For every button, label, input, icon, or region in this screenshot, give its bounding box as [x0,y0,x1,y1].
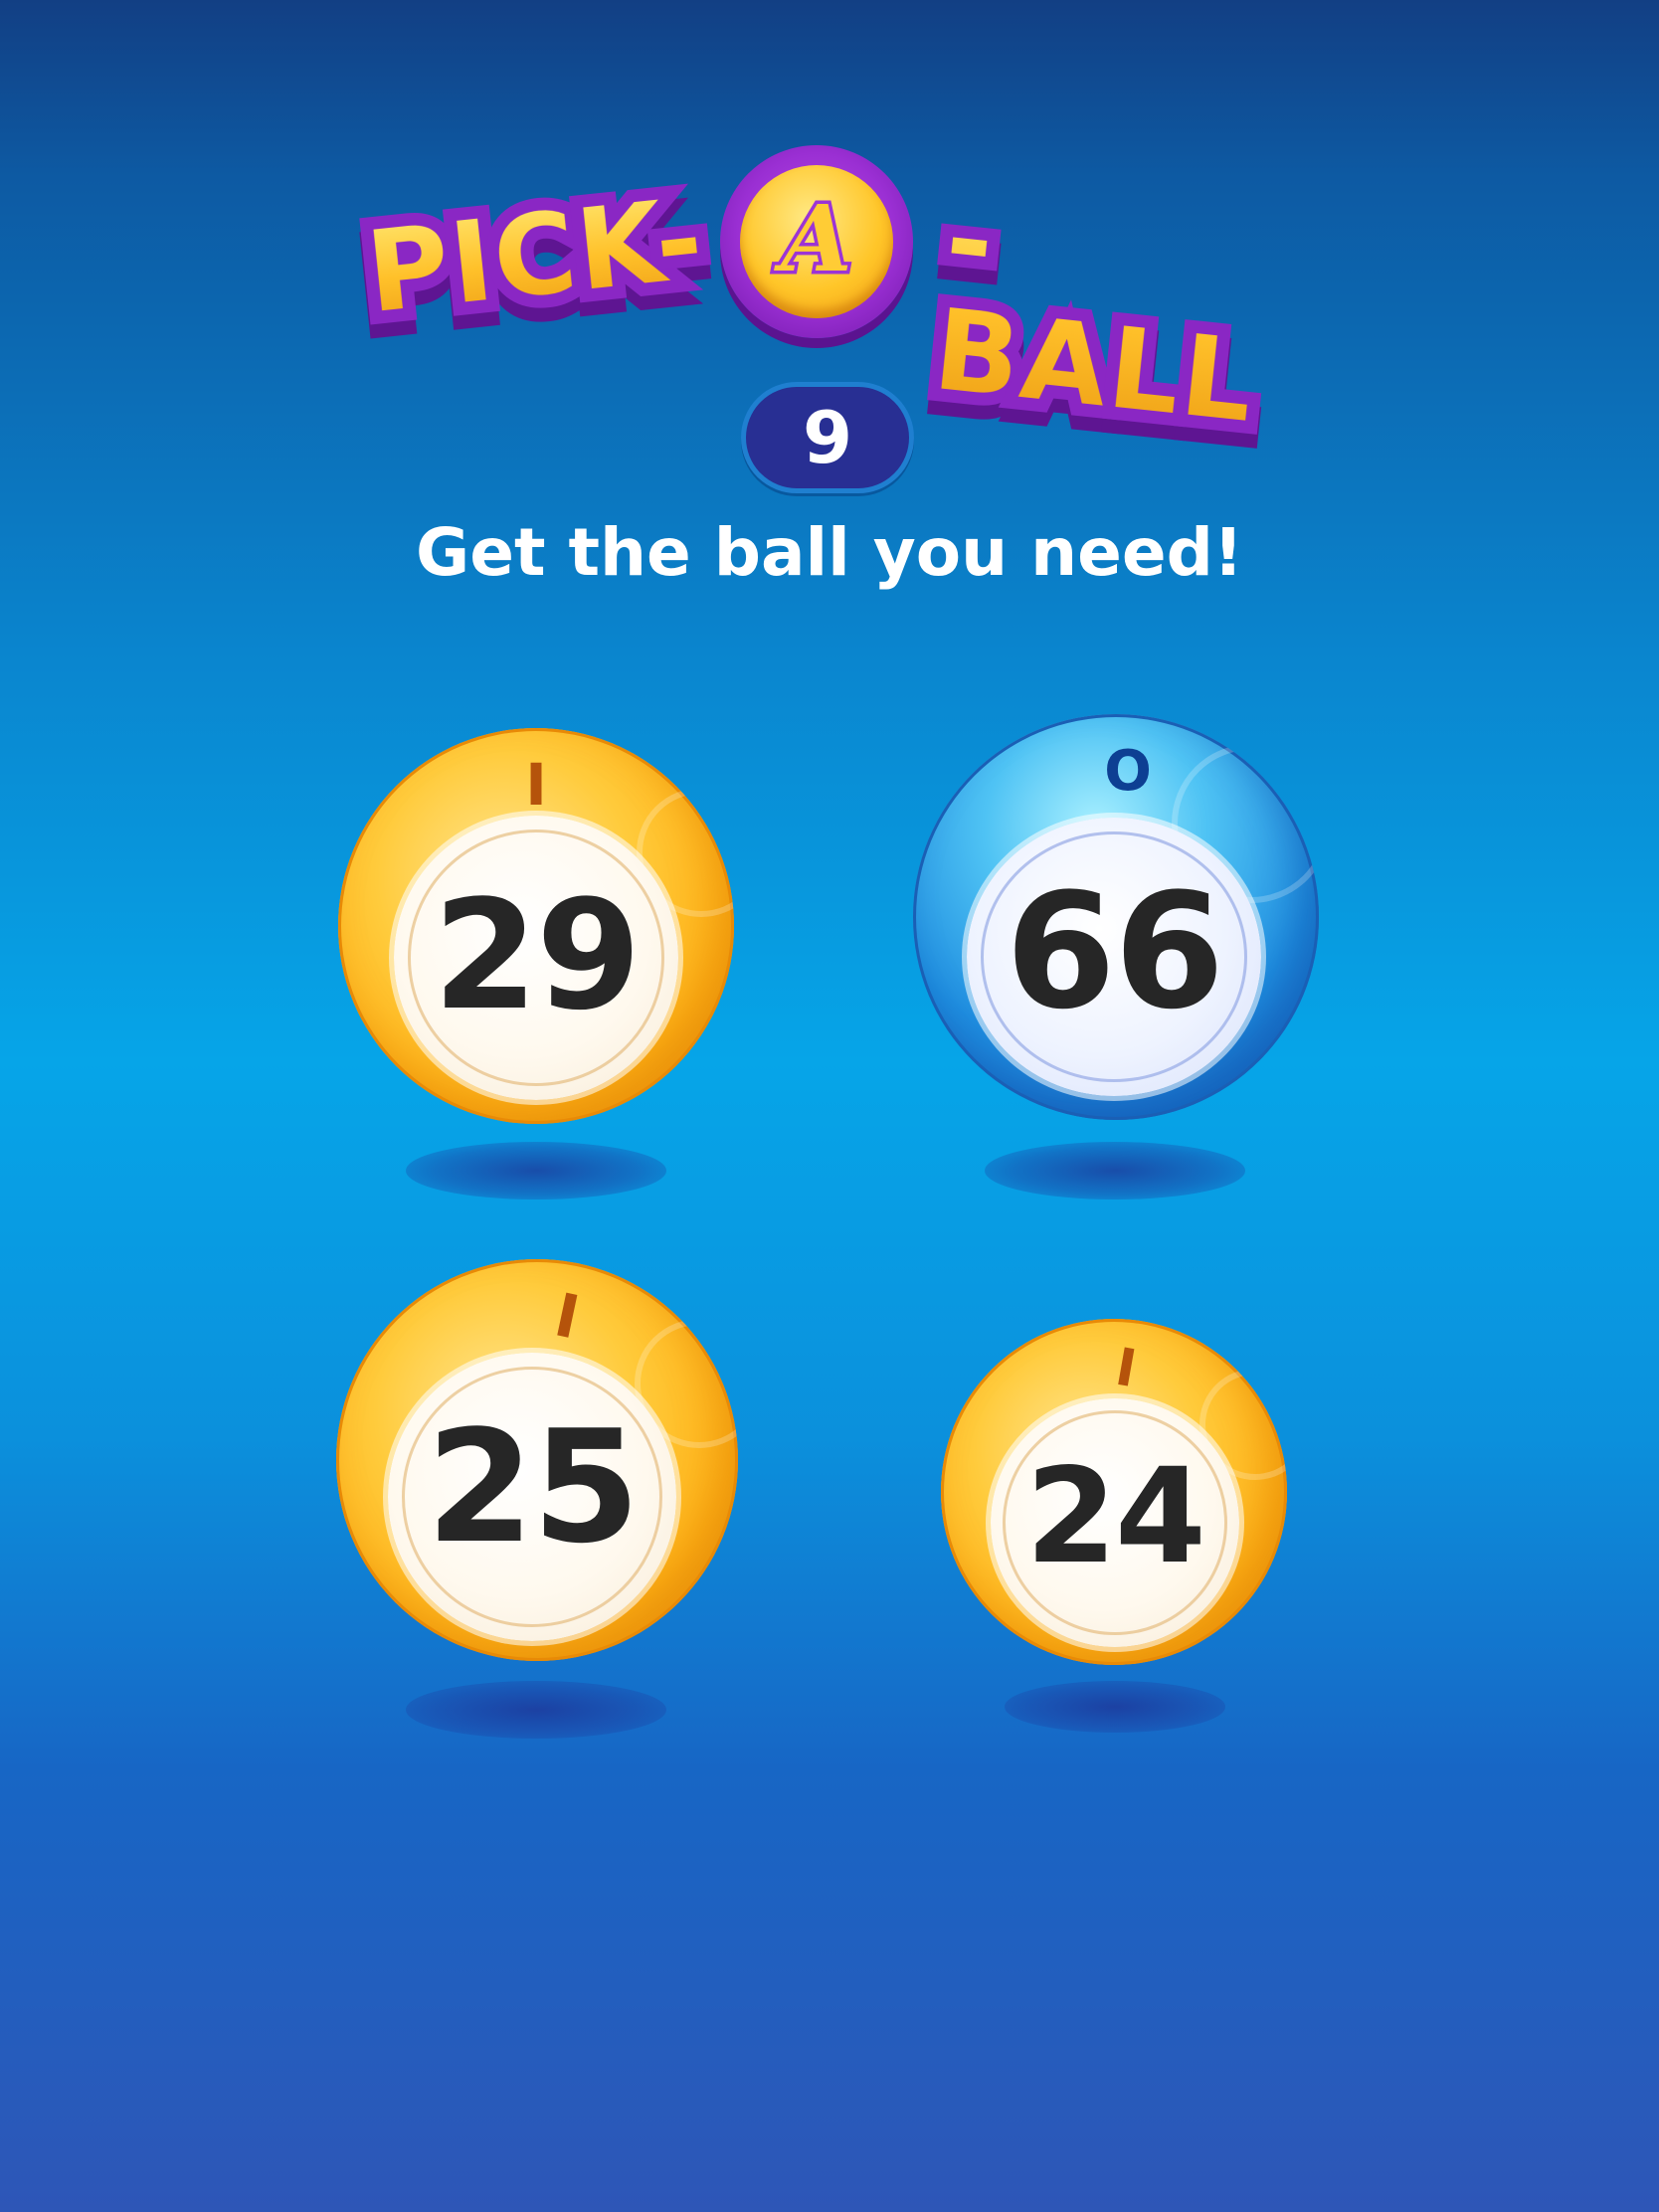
ball-face: 25 [388,1353,676,1641]
ball-shadow [985,1142,1245,1199]
ball-face: 24 [991,1398,1239,1647]
ball-face: 66 [967,818,1261,1096]
logo-right-word: -BALL [928,175,1316,448]
bingo-ball-25[interactable]: I 25 [336,1259,738,1661]
ball-number: 25 [426,1396,640,1577]
logo-left-word: PICK- [361,174,711,339]
ball-face: 29 [394,816,678,1100]
ball-shadow [406,1681,666,1739]
picks-remaining-badge: 9 [741,382,914,493]
ball-number: 66 [1005,858,1225,1044]
ball-number: 29 [433,867,642,1043]
instruction-text: Get the ball you need! [416,514,1243,591]
ball-number: 24 [1025,1440,1206,1593]
logo-coin-icon: A [720,145,913,338]
logo-coin-letter: A [778,185,855,292]
ball-letter: I [525,751,547,819]
bingo-ball-29[interactable]: I 29 [338,728,734,1124]
bingo-ball-66[interactable]: O 66 [913,714,1319,1120]
bingo-ball-24[interactable]: I 24 [941,1319,1287,1665]
pick-a-ball-logo: PICK- PICK- PICK- -BALL -BALL -BALL A [348,141,1307,474]
picks-remaining-value: 9 [802,396,853,479]
ball-shadow [1005,1681,1225,1733]
ball-letter: O [1104,739,1152,804]
ball-shadow [406,1142,666,1199]
